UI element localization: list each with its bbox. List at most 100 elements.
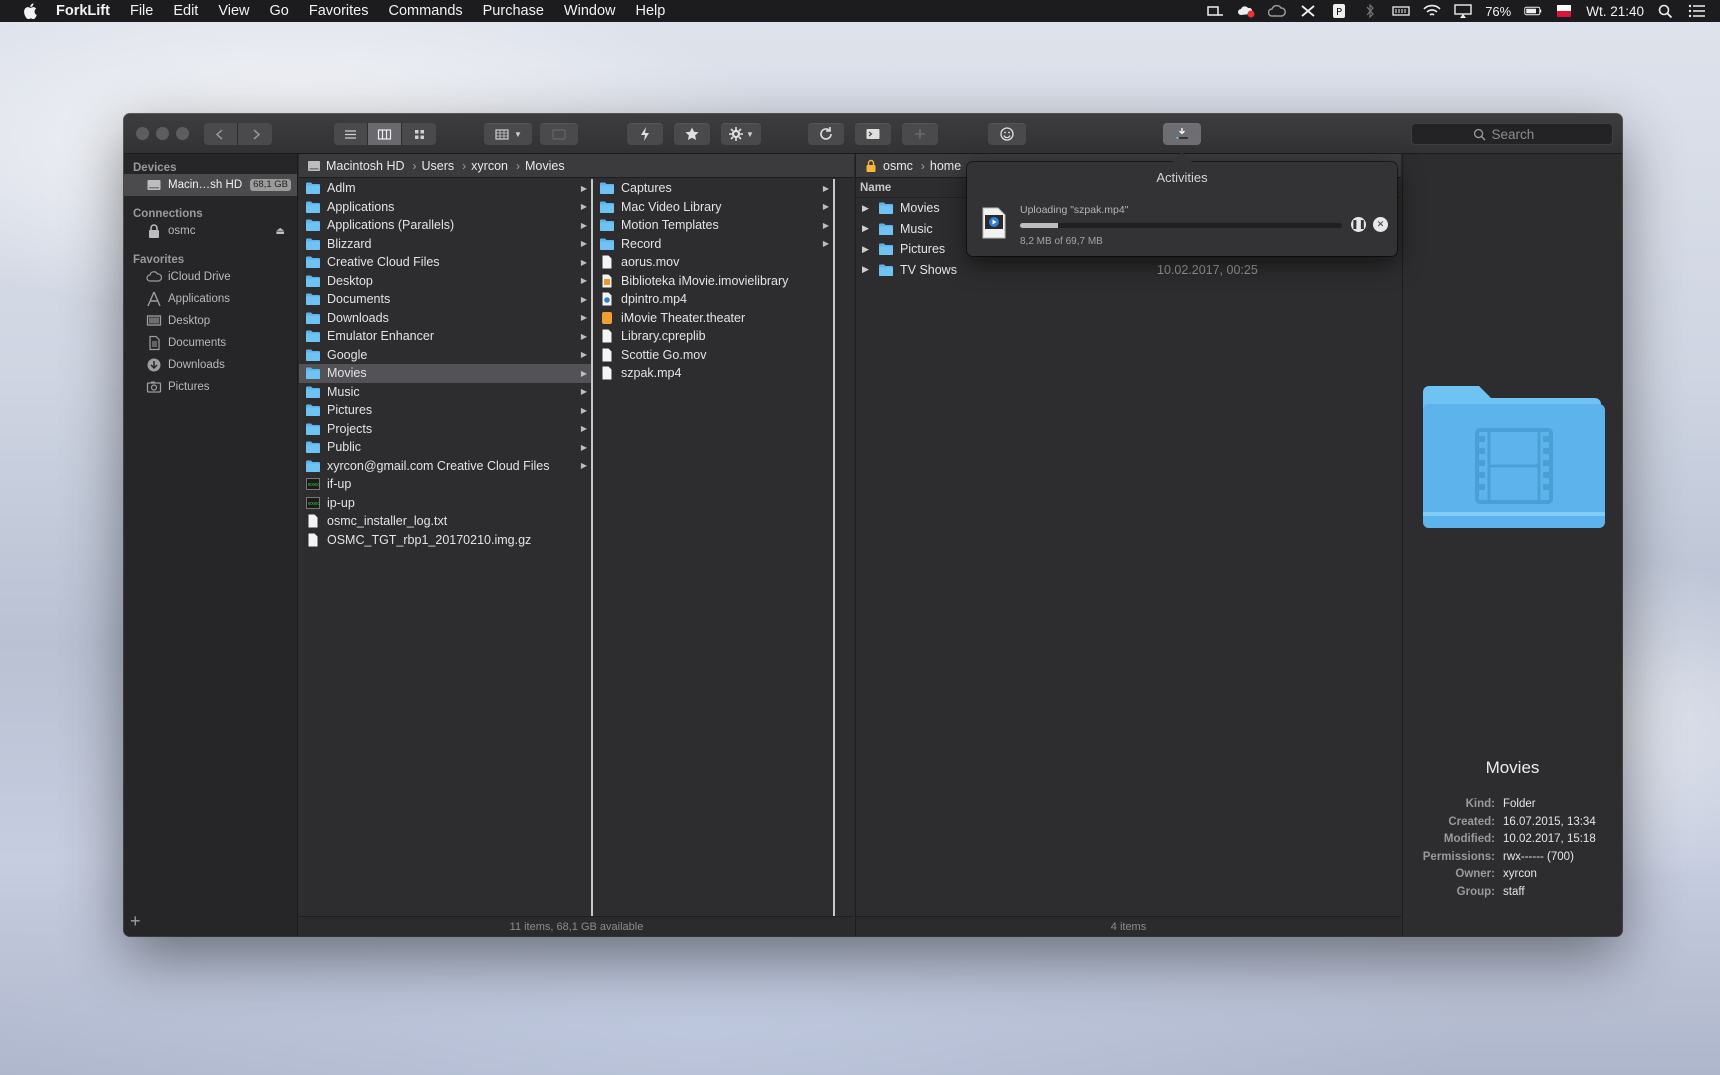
sidebar-item-osmc[interactable]: osmc ⏏	[124, 220, 297, 242]
file-row[interactable]: Motion Templates ▶	[593, 216, 833, 235]
file-row[interactable]: Public ▶	[299, 438, 591, 457]
disclosure-triangle-icon[interactable]: ▶	[856, 203, 870, 214]
file-row[interactable]: Movies ▶	[299, 364, 591, 383]
path-segment[interactable]: osmc	[883, 159, 913, 173]
apple-menu-icon[interactable]	[18, 3, 42, 19]
search-input[interactable]	[1491, 126, 1552, 142]
file-row[interactable]: xyrcon@gmail.com Creative Cloud Files ▶	[299, 457, 591, 476]
battery-icon[interactable]	[1524, 4, 1542, 18]
menubar-clock[interactable]: Wt. 21:40	[1586, 4, 1644, 19]
quick-action-button[interactable]	[627, 123, 663, 145]
creative-cloud-error-icon[interactable]	[1237, 4, 1255, 18]
memory-icon[interactable]	[1392, 4, 1410, 18]
new-folder-button[interactable]	[540, 123, 578, 145]
file-row[interactable]: Downloads ▶	[299, 309, 591, 328]
menu-purchase[interactable]: Purchase	[483, 3, 544, 19]
menu-file[interactable]: File	[130, 3, 153, 19]
sidebar-item-macintosh-hd[interactable]: Macin…sh HD 68,1 GB	[124, 174, 297, 196]
connect-button[interactable]	[902, 123, 938, 145]
spotlight-search-icon[interactable]	[1657, 4, 1675, 18]
file-row[interactable]: dpintro.mp4	[593, 290, 833, 309]
file-row[interactable]: Blizzard ▶	[299, 235, 591, 254]
file-row[interactable]: Google ▶	[299, 346, 591, 365]
notification-center-icon[interactable]	[1688, 4, 1706, 18]
file-row[interactable]: Documents ▶	[299, 290, 591, 309]
creative-cloud-icon[interactable]	[1268, 4, 1287, 18]
file-row[interactable]: Desktop ▶	[299, 272, 591, 291]
menu-edit[interactable]: Edit	[173, 3, 198, 19]
file-row[interactable]: Music ▶	[299, 383, 591, 402]
list-view-button[interactable]	[334, 123, 368, 145]
menu-view[interactable]: View	[218, 3, 249, 19]
favorites-button[interactable]	[674, 123, 710, 145]
sync-button[interactable]	[808, 123, 844, 145]
icon-view-button[interactable]	[402, 123, 436, 145]
file-row[interactable]: Applications ▶	[299, 198, 591, 217]
file-row[interactable]: Creative Cloud Files ▶	[299, 253, 591, 272]
close-window-button[interactable]	[136, 127, 149, 140]
cancel-button[interactable]: ✕	[1373, 217, 1388, 232]
sidebar-item-applications[interactable]: Applications	[124, 288, 297, 310]
column-view-button[interactable]	[368, 123, 402, 145]
eject-icon[interactable]: ⏏	[276, 226, 285, 237]
file-row[interactable]: exec ip-up	[299, 494, 591, 513]
search-field[interactable]	[1411, 123, 1613, 145]
airplay-icon[interactable]	[1454, 4, 1472, 18]
emoji-button[interactable]	[988, 123, 1026, 145]
add-favorite-button[interactable]: +	[130, 911, 141, 932]
file-row[interactable]: Biblioteka iMovie.imovielibrary	[593, 272, 833, 291]
file-row[interactable]: OSMC_TGT_rbp1_20170210.img.gz	[299, 531, 591, 550]
disclosure-triangle-icon[interactable]: ▶	[856, 264, 870, 275]
disclosure-triangle-icon[interactable]: ▶	[856, 223, 870, 234]
sidebar-item-downloads[interactable]: Downloads	[124, 354, 297, 376]
clipboard-app-icon[interactable]: P	[1330, 4, 1348, 18]
forward-button[interactable]	[238, 123, 272, 145]
menu-commands[interactable]: Commands	[389, 3, 463, 19]
wifi-icon[interactable]	[1423, 4, 1441, 18]
file-row[interactable]: iMovie Theater.theater	[593, 309, 833, 328]
sidebar-item-icloud-drive[interactable]: iCloud Drive	[124, 266, 297, 288]
file-row[interactable]: Emulator Enhancer ▶	[299, 327, 591, 346]
path-segment[interactable]: home	[930, 159, 961, 173]
menu-go[interactable]: Go	[270, 3, 289, 19]
file-row[interactable]: Captures ▶	[593, 179, 833, 198]
file-row[interactable]: aorus.mov	[593, 253, 833, 272]
zoom-window-button[interactable]	[176, 127, 189, 140]
input-source-flag-icon[interactable]	[1555, 4, 1573, 18]
bluetooth-icon[interactable]	[1361, 4, 1379, 18]
menu-help[interactable]: Help	[635, 3, 665, 19]
forklift-status-icon[interactable]	[1206, 4, 1224, 18]
path-segment[interactable]: xyrcon	[471, 159, 508, 173]
file-row[interactable]: Mac Video Library ▶	[593, 198, 833, 217]
file-row[interactable]: exec if-up	[299, 475, 591, 494]
file-row[interactable]: Library.cpreplib	[593, 327, 833, 346]
disclosure-triangle-icon[interactable]: ▶	[856, 244, 870, 255]
path-segment[interactable]: Users	[422, 159, 455, 173]
file-row[interactable]: Applications (Parallels) ▶	[299, 216, 591, 235]
activities-button[interactable]	[1163, 123, 1201, 145]
menu-window[interactable]: Window	[564, 3, 616, 19]
menu-favorites[interactable]: Favorites	[309, 3, 369, 19]
file-row[interactable]: szpak.mp4	[593, 364, 833, 383]
arrange-dropdown-button[interactable]: ▼	[484, 123, 532, 145]
list-item[interactable]: ▶ TV Shows 10.02.2017, 00:25	[856, 260, 1401, 281]
file-row[interactable]: Scottie Go.mov	[593, 346, 833, 365]
sidebar-item-documents[interactable]: Documents	[124, 332, 297, 354]
sidebar-item-desktop[interactable]: Desktop	[124, 310, 297, 332]
menu-app-name[interactable]: ForkLift	[56, 3, 110, 19]
terminal-button[interactable]	[855, 123, 891, 145]
file-row[interactable]: Pictures ▶	[299, 401, 591, 420]
file-row[interactable]: Projects ▶	[299, 420, 591, 439]
column-divider[interactable]	[833, 179, 835, 916]
actions-gear-button[interactable]: ▼	[721, 123, 761, 145]
file-row[interactable]: osmc_installer_log.txt	[299, 512, 591, 531]
minimize-window-button[interactable]	[156, 127, 169, 140]
path-segment[interactable]: Movies	[525, 159, 565, 173]
back-button[interactable]	[204, 123, 238, 145]
pause-button[interactable]: ❚❚	[1351, 217, 1366, 232]
file-row[interactable]: Adlm ▶	[299, 179, 591, 198]
scissors-tool-icon[interactable]	[1299, 4, 1317, 18]
sidebar-item-pictures[interactable]: Pictures	[124, 376, 297, 398]
battery-percent[interactable]: 76%	[1485, 4, 1511, 19]
file-row[interactable]: Record ▶	[593, 235, 833, 254]
